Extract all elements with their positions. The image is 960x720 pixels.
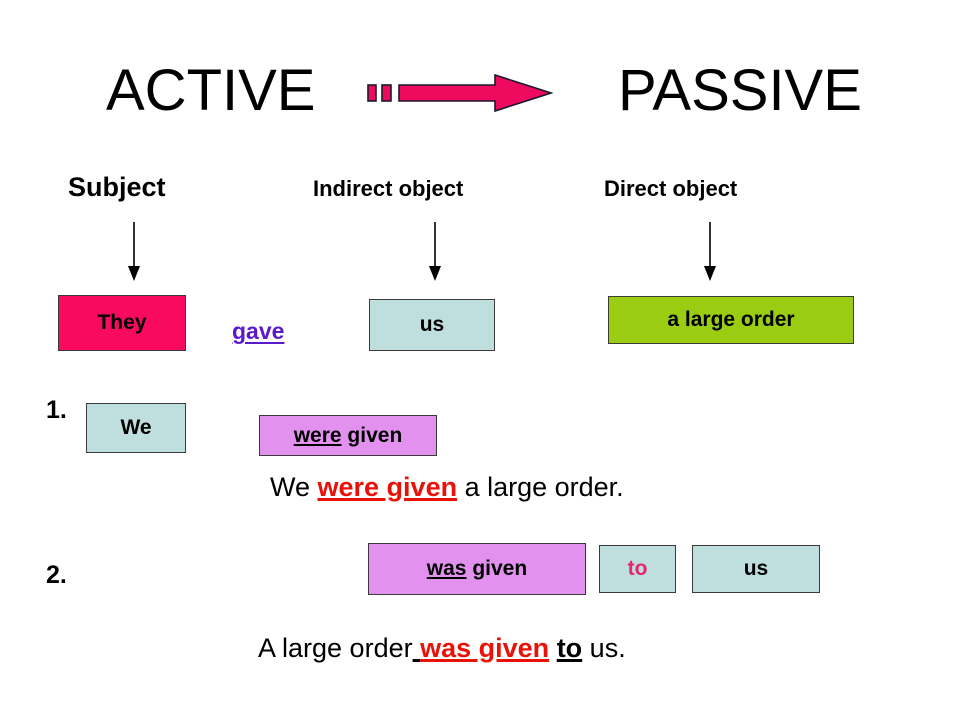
- word-box-direct-object-a-large-order: a large order: [608, 296, 854, 344]
- row-number-2: 2.: [46, 561, 67, 589]
- word-box-object-us: us: [692, 545, 820, 593]
- result-sentence-1: We were given a large order.: [270, 474, 624, 501]
- sentence-2-after: us.: [582, 633, 626, 663]
- down-arrow-icon-direct-object: [704, 222, 716, 281]
- passive-participle-given: given: [347, 423, 403, 447]
- down-arrow-icon-subject: [128, 222, 140, 281]
- sentence-1-before: We: [270, 472, 318, 502]
- title-passive: PASSIVE: [618, 58, 862, 123]
- passive-aux-were: were: [293, 423, 342, 447]
- sentence-1-after: a large order.: [457, 472, 624, 502]
- passive-participle-given-2: given: [472, 557, 528, 580]
- passive-aux-was: was: [426, 557, 467, 580]
- sentence-2-highlight: was given: [420, 633, 550, 663]
- right-arrow-icon: [367, 73, 553, 113]
- word-box-preposition-to: to: [599, 545, 676, 593]
- row-number-1: 1.: [46, 396, 67, 424]
- sentence-2-middle: to: [556, 633, 583, 663]
- column-header-indirect-object: Indirect object: [313, 176, 464, 201]
- column-header-subject: Subject: [68, 172, 166, 202]
- word-box-subject-we: We: [86, 403, 186, 453]
- word-box-passive-verb-was-given: was given: [368, 543, 586, 595]
- sentence-1-highlight: were given: [317, 472, 458, 502]
- preposition-to-label: to: [627, 557, 648, 580]
- column-header-direct-object: Direct object: [604, 176, 738, 201]
- word-box-subject-they: They: [58, 295, 186, 351]
- word-box-passive-verb-were-given: were given: [259, 415, 437, 456]
- down-arrow-icon-indirect-object: [429, 222, 441, 281]
- word-box-indirect-object-us: us: [369, 299, 495, 351]
- title-active: ACTIVE: [106, 58, 316, 123]
- slide-canvas: ACTIVE PASSIVE Subject Indirect object D…: [0, 0, 960, 720]
- result-sentence-2: A large order was given to us.: [258, 635, 626, 662]
- verb-label-gave: gave: [232, 318, 285, 344]
- sentence-2-before: A large order: [258, 633, 413, 663]
